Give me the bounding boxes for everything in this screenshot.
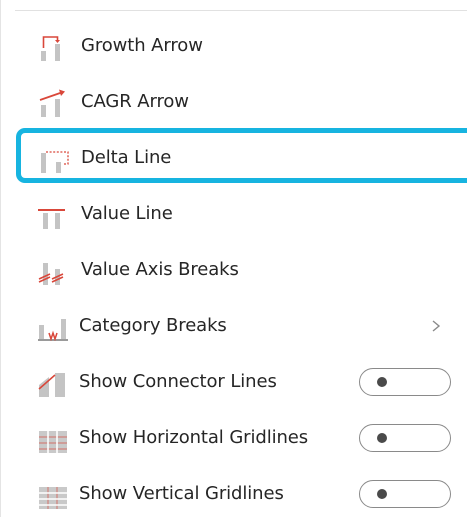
vertical-gridlines-icon [35, 479, 73, 509]
menu-item-growth-arrow[interactable]: Growth Arrow [1, 17, 467, 73]
menu-item-label: Show Vertical Gridlines [79, 483, 284, 504]
horizontal-gridlines-toggle[interactable] [359, 424, 451, 452]
toggle-knob [377, 433, 387, 443]
menu-item-label: Show Connector Lines [79, 371, 277, 392]
menu-item-label: Growth Arrow [81, 35, 203, 56]
menu-item-label: Value Line [81, 203, 173, 224]
toggle-knob [377, 489, 387, 499]
menu-top-divider [15, 10, 467, 11]
chevron-right-icon [429, 311, 443, 341]
menu-item-cagr-arrow[interactable]: CAGR Arrow [1, 73, 467, 129]
cagr-arrow-icon [35, 87, 73, 117]
connector-lines-icon [35, 367, 73, 397]
value-axis-breaks-icon [35, 255, 73, 285]
menu-item-value-line[interactable]: Value Line [1, 185, 467, 241]
menu-item-label: Category Breaks [79, 315, 227, 336]
menu-item-show-connector-lines[interactable]: Show Connector Lines [1, 353, 467, 409]
toggle-knob [377, 377, 387, 387]
menu-item-label: Show Horizontal Gridlines [79, 427, 309, 448]
value-line-icon [35, 199, 73, 229]
menu-item-category-breaks[interactable]: Category Breaks [1, 297, 467, 353]
menu-item-label: Value Axis Breaks [81, 259, 239, 280]
vertical-gridlines-toggle[interactable] [359, 480, 451, 508]
context-menu: Growth Arrow CAGR Arrow Delta Line Value… [0, 0, 467, 517]
growth-arrow-icon [35, 31, 73, 61]
horizontal-gridlines-icon [35, 423, 73, 453]
menu-item-label: CAGR Arrow [81, 91, 189, 112]
menu-item-value-axis-breaks[interactable]: Value Axis Breaks [1, 241, 467, 297]
menu-item-show-vertical-gridlines[interactable]: Show Vertical Gridlines [1, 465, 467, 521]
category-breaks-icon [35, 311, 73, 341]
menu-item-show-horizontal-gridlines[interactable]: Show Horizontal Gridlines [1, 409, 467, 465]
focus-highlight [16, 128, 467, 183]
connector-lines-toggle[interactable] [359, 368, 451, 396]
